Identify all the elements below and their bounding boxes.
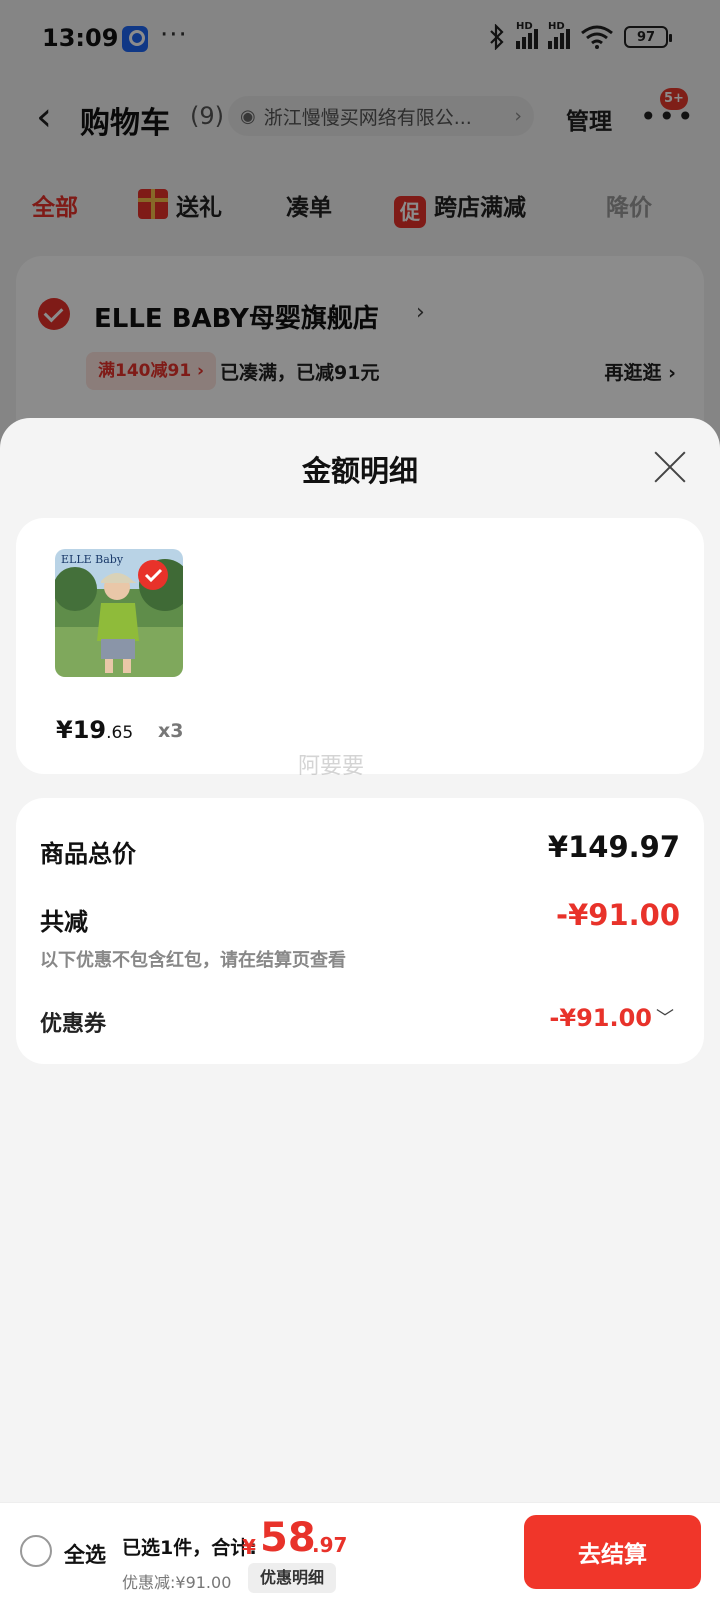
sheet-title: 金额明细 <box>301 454 418 488</box>
discount-amount: 优惠减:¥91.00 <box>122 1573 232 1592</box>
total-currency: ¥ <box>242 1535 256 1559</box>
coupon-label[interactable]: 优惠券 <box>40 1006 106 1038</box>
price-summary-card: 商品总价 ¥149.97 共减 -¥91.00 以下优惠不包含红包，请在结算页查… <box>16 798 704 1064</box>
total-reduce-value: -¥91.00 <box>556 898 680 932</box>
discount-detail-button[interactable]: 优惠明细 <box>248 1563 337 1593</box>
total-price-value: ¥149.97 <box>547 830 680 864</box>
select-all-label[interactable]: 全选 <box>64 1539 106 1569</box>
product-card: ELLE Baby ¥19.65 x3 <box>16 518 704 774</box>
close-icon[interactable] <box>650 446 690 486</box>
product-price: ¥19.65 <box>56 716 134 744</box>
total-price-label: 商品总价 <box>40 840 136 868</box>
checkout-button[interactable]: 去结算 <box>524 1515 701 1589</box>
product-thumbnail[interactable]: ELLE Baby <box>55 549 183 677</box>
total-amount: 58 <box>260 1515 316 1561</box>
discount-note: 以下优惠不包含红包，请在结算页查看 <box>40 950 346 971</box>
price-detail-sheet: 金额明细 ELLE Baby ¥19.65 x3 阿要要 商品总价 ¥149.9… <box>0 418 720 1502</box>
coupon-value[interactable]: -¥91.00 <box>549 1004 652 1032</box>
checkout-bar: 全选 已选1件，合计: ¥ 58 .97 优惠减:¥91.00 优惠明细 去结算 <box>0 1502 720 1600</box>
selected-info: 已选1件，合计: <box>122 1537 257 1559</box>
total-reduce-label: 共减 <box>40 908 88 936</box>
chevron-down-icon[interactable]: ﹀ <box>656 1004 674 1030</box>
total-amount-decimal: .97 <box>312 1533 348 1557</box>
svg-text:ELLE Baby: ELLE Baby <box>61 553 124 566</box>
select-all-checkbox[interactable] <box>20 1535 52 1567</box>
product-quantity: x3 <box>158 720 184 742</box>
product-image: ELLE Baby <box>55 549 183 677</box>
watermark: 阿要要 <box>298 754 365 779</box>
